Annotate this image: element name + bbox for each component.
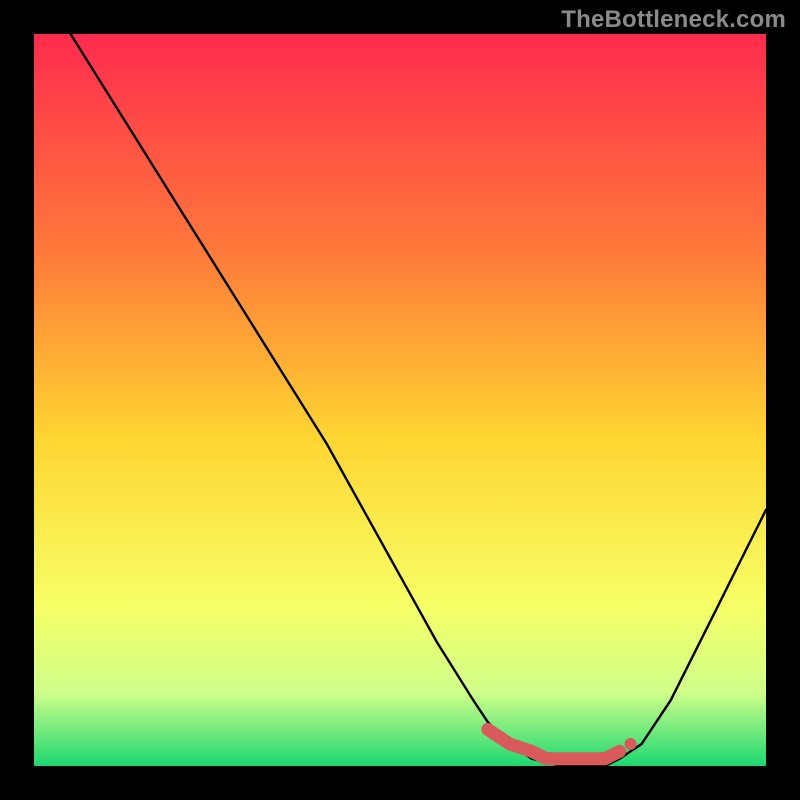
plot-area	[34, 34, 766, 766]
chart-frame: TheBottleneck.com	[0, 0, 800, 800]
watermark-text: TheBottleneck.com	[561, 6, 786, 34]
gradient-background	[34, 34, 766, 766]
optimal-range-end-dot	[625, 738, 637, 750]
chart-svg	[34, 34, 766, 766]
